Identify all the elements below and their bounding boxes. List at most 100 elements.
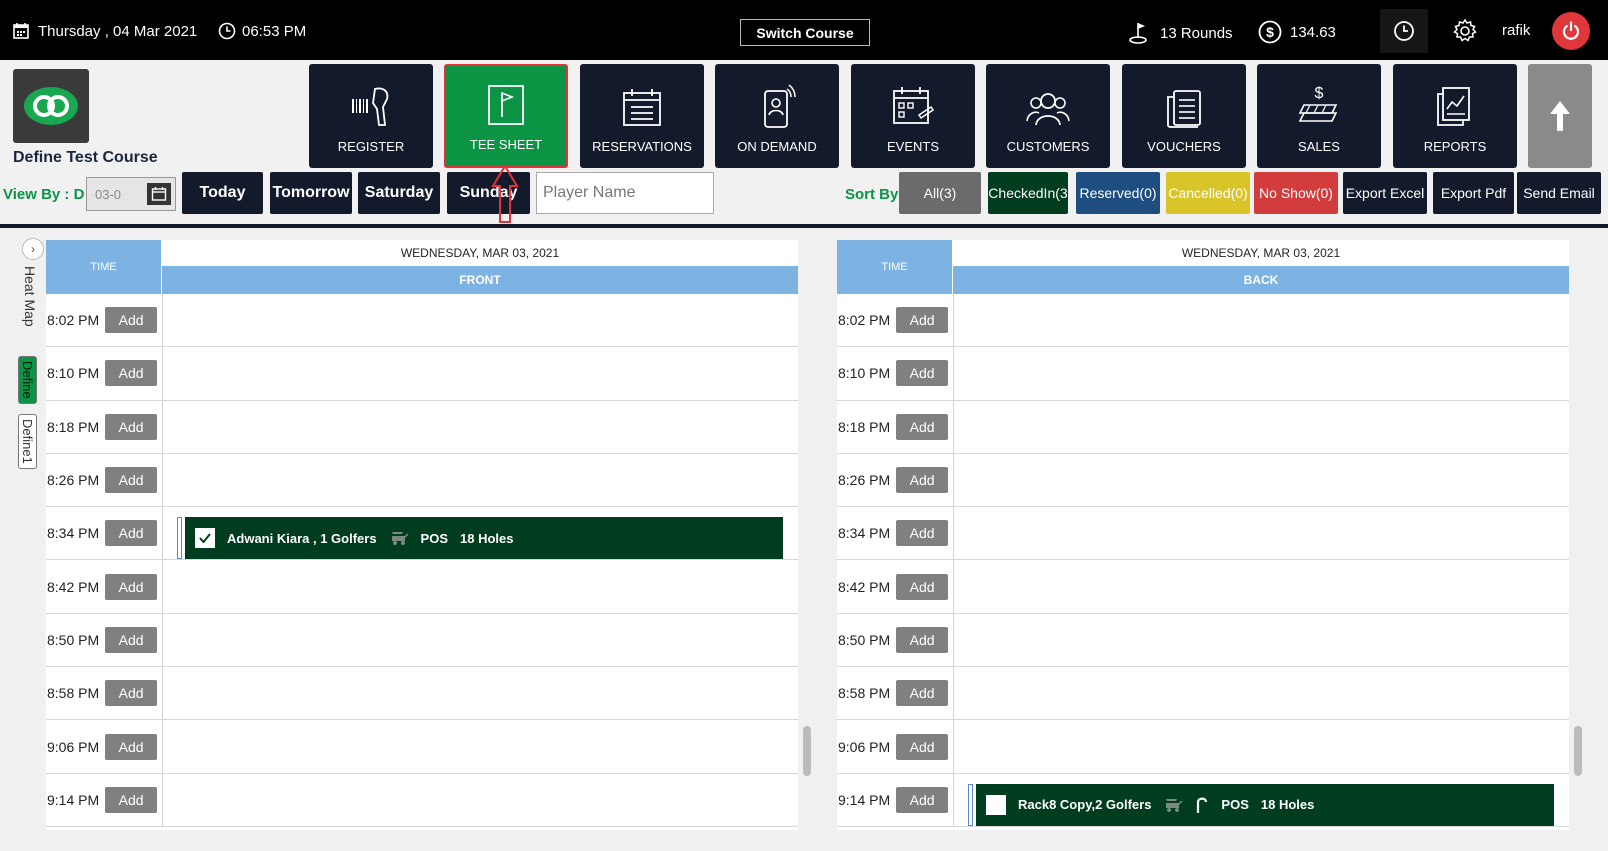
booking-card[interactable]: Rack8 Copy,2 Golfers POS 18 Holes xyxy=(976,783,1554,826)
tee-time-slot[interactable] xyxy=(162,720,798,773)
tee-time-slot[interactable] xyxy=(162,294,798,347)
rounds-counter[interactable]: 13 Rounds xyxy=(1128,21,1233,45)
tee-time-label: 8:34 PM xyxy=(47,525,100,542)
tee-time-slot[interactable] xyxy=(953,453,1569,507)
tee-time-row: 8:10 PM Add xyxy=(46,347,798,401)
settings-button[interactable] xyxy=(1452,18,1478,49)
nav-register[interactable]: REGISTER xyxy=(309,64,433,168)
nav-vouchers[interactable]: VOUCHERS xyxy=(1122,64,1246,168)
front-scrollbar[interactable] xyxy=(803,726,811,776)
player-name-input[interactable] xyxy=(536,172,714,214)
sidebar-toggle-button[interactable]: › xyxy=(22,238,44,260)
course-tab-define1[interactable]: Define1 xyxy=(18,414,37,469)
add-booking-button[interactable]: Add xyxy=(896,626,949,653)
tee-time-slot[interactable] xyxy=(953,400,1569,453)
tee-time-slot[interactable]: Adwani Kiara , 1 Golfers POS 18 Holes xyxy=(162,507,798,560)
tee-time-cell: 8:18 PM Add xyxy=(837,401,952,453)
tee-time-label: 8:10 PM xyxy=(838,365,891,382)
add-booking-button[interactable]: Add xyxy=(896,307,949,334)
tee-time-slot[interactable] xyxy=(953,294,1569,347)
nav-label: VOUCHERS xyxy=(1147,139,1221,154)
check-in-checkbox[interactable] xyxy=(195,528,215,549)
sales-amount[interactable]: $ 134.63 xyxy=(1258,20,1336,44)
nav-reports[interactable]: REPORTS xyxy=(1393,64,1517,168)
calendar-button[interactable] xyxy=(147,183,171,205)
tee-time-slot[interactable] xyxy=(953,613,1569,667)
nav-reservations[interactable]: RESERVATIONS xyxy=(580,64,704,168)
nav-label: CUSTOMERS xyxy=(1006,139,1090,154)
tee-time-slot[interactable] xyxy=(162,400,798,453)
tee-time-slot[interactable] xyxy=(953,560,1569,613)
check-in-checkbox[interactable] xyxy=(986,794,1006,815)
add-booking-button[interactable]: Add xyxy=(105,307,158,334)
booking-pos: POS xyxy=(1221,797,1249,813)
add-booking-button[interactable]: Add xyxy=(105,360,158,387)
add-booking-button[interactable]: Add xyxy=(105,467,158,494)
add-booking-button[interactable]: Add xyxy=(896,786,949,813)
nav-on-demand[interactable]: ON DEMAND xyxy=(715,64,839,168)
tee-time-label: 9:06 PM xyxy=(838,738,891,755)
tee-time-cell: 8:42 PM Add xyxy=(837,560,952,612)
date-picker[interactable]: 03-0 xyxy=(86,177,176,211)
tee-time-slot[interactable]: Rack8 Copy,2 Golfers POS 18 Holes xyxy=(953,773,1569,826)
add-booking-button[interactable]: Add xyxy=(896,680,949,707)
tee-time-slot[interactable] xyxy=(953,507,1569,560)
nav-events[interactable]: EVENTS xyxy=(851,64,975,168)
add-booking-button[interactable]: Add xyxy=(105,680,158,707)
tee-time-label: 8:58 PM xyxy=(838,685,891,702)
export-pdf-button[interactable]: Export Pdf xyxy=(1433,172,1514,214)
barcode-scanner-icon xyxy=(352,87,389,126)
send-email-button[interactable]: Send Email xyxy=(1517,172,1601,214)
saturday-button[interactable]: Saturday xyxy=(358,172,440,214)
add-booking-button[interactable]: Add xyxy=(896,413,949,440)
back-scrollbar[interactable] xyxy=(1574,726,1582,776)
flag-icon xyxy=(488,85,524,125)
add-booking-button[interactable]: Add xyxy=(896,733,949,760)
history-button[interactable] xyxy=(1380,9,1428,53)
add-booking-button[interactable]: Add xyxy=(896,520,949,547)
tee-time-slot[interactable] xyxy=(162,613,798,667)
calendar-events-icon xyxy=(893,87,935,124)
course-tab-define[interactable]: Define xyxy=(18,356,37,404)
export-excel-button[interactable]: Export Excel xyxy=(1343,172,1427,214)
heat-map-tab[interactable]: Heat Map xyxy=(22,266,38,327)
tee-time-slot[interactable] xyxy=(953,720,1569,773)
add-booking-button[interactable]: Add xyxy=(896,467,949,494)
tee-time-slot[interactable] xyxy=(162,347,798,400)
nav-tee-sheet[interactable]: TEE SHEET xyxy=(444,64,568,168)
tee-time-slot[interactable] xyxy=(162,667,798,720)
tee-time-slot[interactable] xyxy=(162,453,798,507)
filter-all-button[interactable]: All(3) xyxy=(899,172,981,214)
filter-no-show-button[interactable]: No Show(0) xyxy=(1254,172,1338,214)
logout-button[interactable] xyxy=(1552,12,1590,50)
tee-time-cell: 8:42 PM Add xyxy=(46,560,161,612)
add-booking-button[interactable]: Add xyxy=(105,520,158,547)
nav-sales[interactable]: $ SALES xyxy=(1257,64,1381,168)
today-button[interactable]: Today xyxy=(182,172,263,214)
tee-time-slot[interactable] xyxy=(162,773,798,826)
scroll-up-button[interactable] xyxy=(1528,64,1592,168)
user-name[interactable]: rafik xyxy=(1502,22,1530,39)
tee-time-row: 8:58 PM Add xyxy=(837,667,1569,721)
tee-time-row: 8:02 PM Add xyxy=(46,294,798,348)
tomorrow-button[interactable]: Tomorrow xyxy=(270,172,352,214)
add-booking-button[interactable]: Add xyxy=(105,413,158,440)
money-stack-icon: $ xyxy=(1298,85,1338,122)
filter-reserved-button[interactable]: Reserved(0) xyxy=(1076,172,1160,214)
add-booking-button[interactable]: Add xyxy=(105,573,158,600)
filter-cancelled-button[interactable]: Cancelled(0) xyxy=(1166,172,1250,214)
booking-card[interactable]: Adwani Kiara , 1 Golfers POS 18 Holes xyxy=(185,517,783,560)
filter-checked-in-button[interactable]: CheckedIn(3 xyxy=(988,172,1068,214)
add-booking-button[interactable]: Add xyxy=(896,573,949,600)
tee-time-slot[interactable] xyxy=(953,667,1569,720)
nav-label: SALES xyxy=(1298,139,1340,154)
add-booking-button[interactable]: Add xyxy=(105,733,158,760)
add-booking-button[interactable]: Add xyxy=(105,626,158,653)
nav-customers[interactable]: CUSTOMERS xyxy=(986,64,1110,168)
tee-time-slot[interactable] xyxy=(162,560,798,613)
tee-time-slot[interactable] xyxy=(953,347,1569,400)
add-booking-button[interactable]: Add xyxy=(896,360,949,387)
tee-time-row: 8:02 PM Add xyxy=(837,294,1569,348)
add-booking-button[interactable]: Add xyxy=(105,786,158,813)
switch-course-button[interactable]: Switch Course xyxy=(740,19,870,46)
